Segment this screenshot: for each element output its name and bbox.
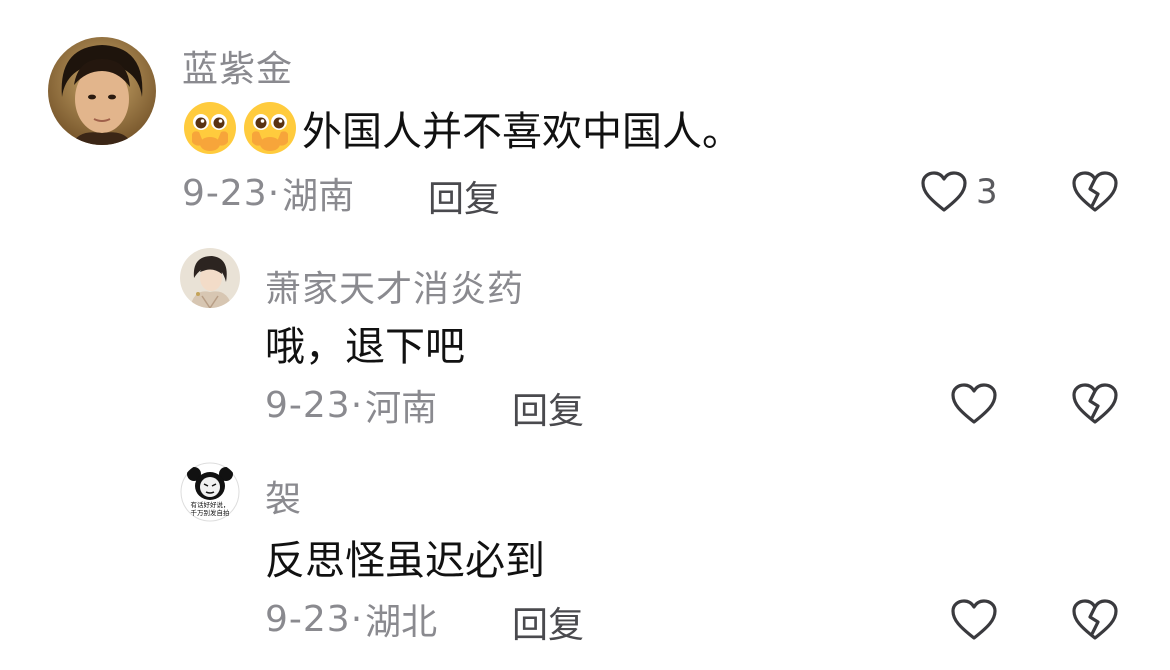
broken-heart-icon [1072,599,1118,640]
comment: 有话好好说， 千万别发自拍 袈 反思怪虽迟必到 9-23· 湖北 回复 [0,450,1170,670]
avatar[interactable]: 有话好好说， 千万别发自拍 [180,462,240,522]
comment-body: 外国人并不喜欢中国人。 [302,109,742,155]
avatar-caption-line: 有话好好说， [191,500,230,509]
avatar[interactable] [48,37,156,145]
username[interactable]: 蓝紫金 [182,40,293,92]
username[interactable]: 袈 [265,470,302,522]
pleading-face-emoji [242,100,298,156]
reply-button[interactable]: 回复 [428,170,500,222]
like-button[interactable] [950,380,1006,428]
comment-body: 哦，退下吧 [265,324,465,370]
like-button[interactable]: 3 [920,168,998,216]
comment-location: 湖北 [365,602,438,643]
avatar-caption-line: 千万别发自拍 [191,508,230,517]
comment-date: 9-23· [265,598,364,640]
dislike-button[interactable] [1071,380,1119,428]
like-button[interactable] [950,596,1006,644]
reply-button[interactable]: 回复 [512,382,584,434]
panda-meme-avatar: 有话好好说， 千万别发自拍 [180,462,240,522]
username[interactable]: 萧家天才消炎药 [265,260,524,312]
heart-outline-icon [921,171,967,212]
dislike-button[interactable] [1071,168,1119,216]
comment-date: 9-23· [265,384,364,426]
user-avatar-illustration [180,248,240,308]
heart-outline-icon [951,383,997,424]
comment-meta: 9-23· 河南 [265,382,438,430]
broken-heart-icon [1072,383,1118,424]
comment-location: 河南 [365,388,438,429]
dislike-button[interactable] [1071,596,1119,644]
reply-button[interactable]: 回复 [512,596,584,648]
avatar[interactable] [180,248,240,308]
comment-body: 反思怪虽迟必到 [265,538,545,584]
comment: 萧家天才消炎药 哦，退下吧 9-23· 河南 回复 [0,230,1170,450]
like-count: 3 [976,172,998,212]
broken-heart-icon [1072,171,1118,212]
comment-meta: 9-23· 湖北 [265,596,438,644]
comment-location: 湖南 [282,176,355,217]
pleading-face-emoji [182,100,238,156]
comment-date: 9-23· [182,172,281,214]
user-avatar-photo [48,37,156,145]
comment: 蓝紫金 外国人并不喜欢中国人。 9-23· 湖南 回复 3 [0,0,1170,230]
heart-outline-icon [951,599,997,640]
comment-text: 外国人并不喜欢中国人。 [182,98,742,158]
comment-text: 哦，退下吧 [265,316,465,370]
comment-meta: 9-23· 湖南 [182,170,355,218]
comment-text: 反思怪虽迟必到 [265,530,545,584]
